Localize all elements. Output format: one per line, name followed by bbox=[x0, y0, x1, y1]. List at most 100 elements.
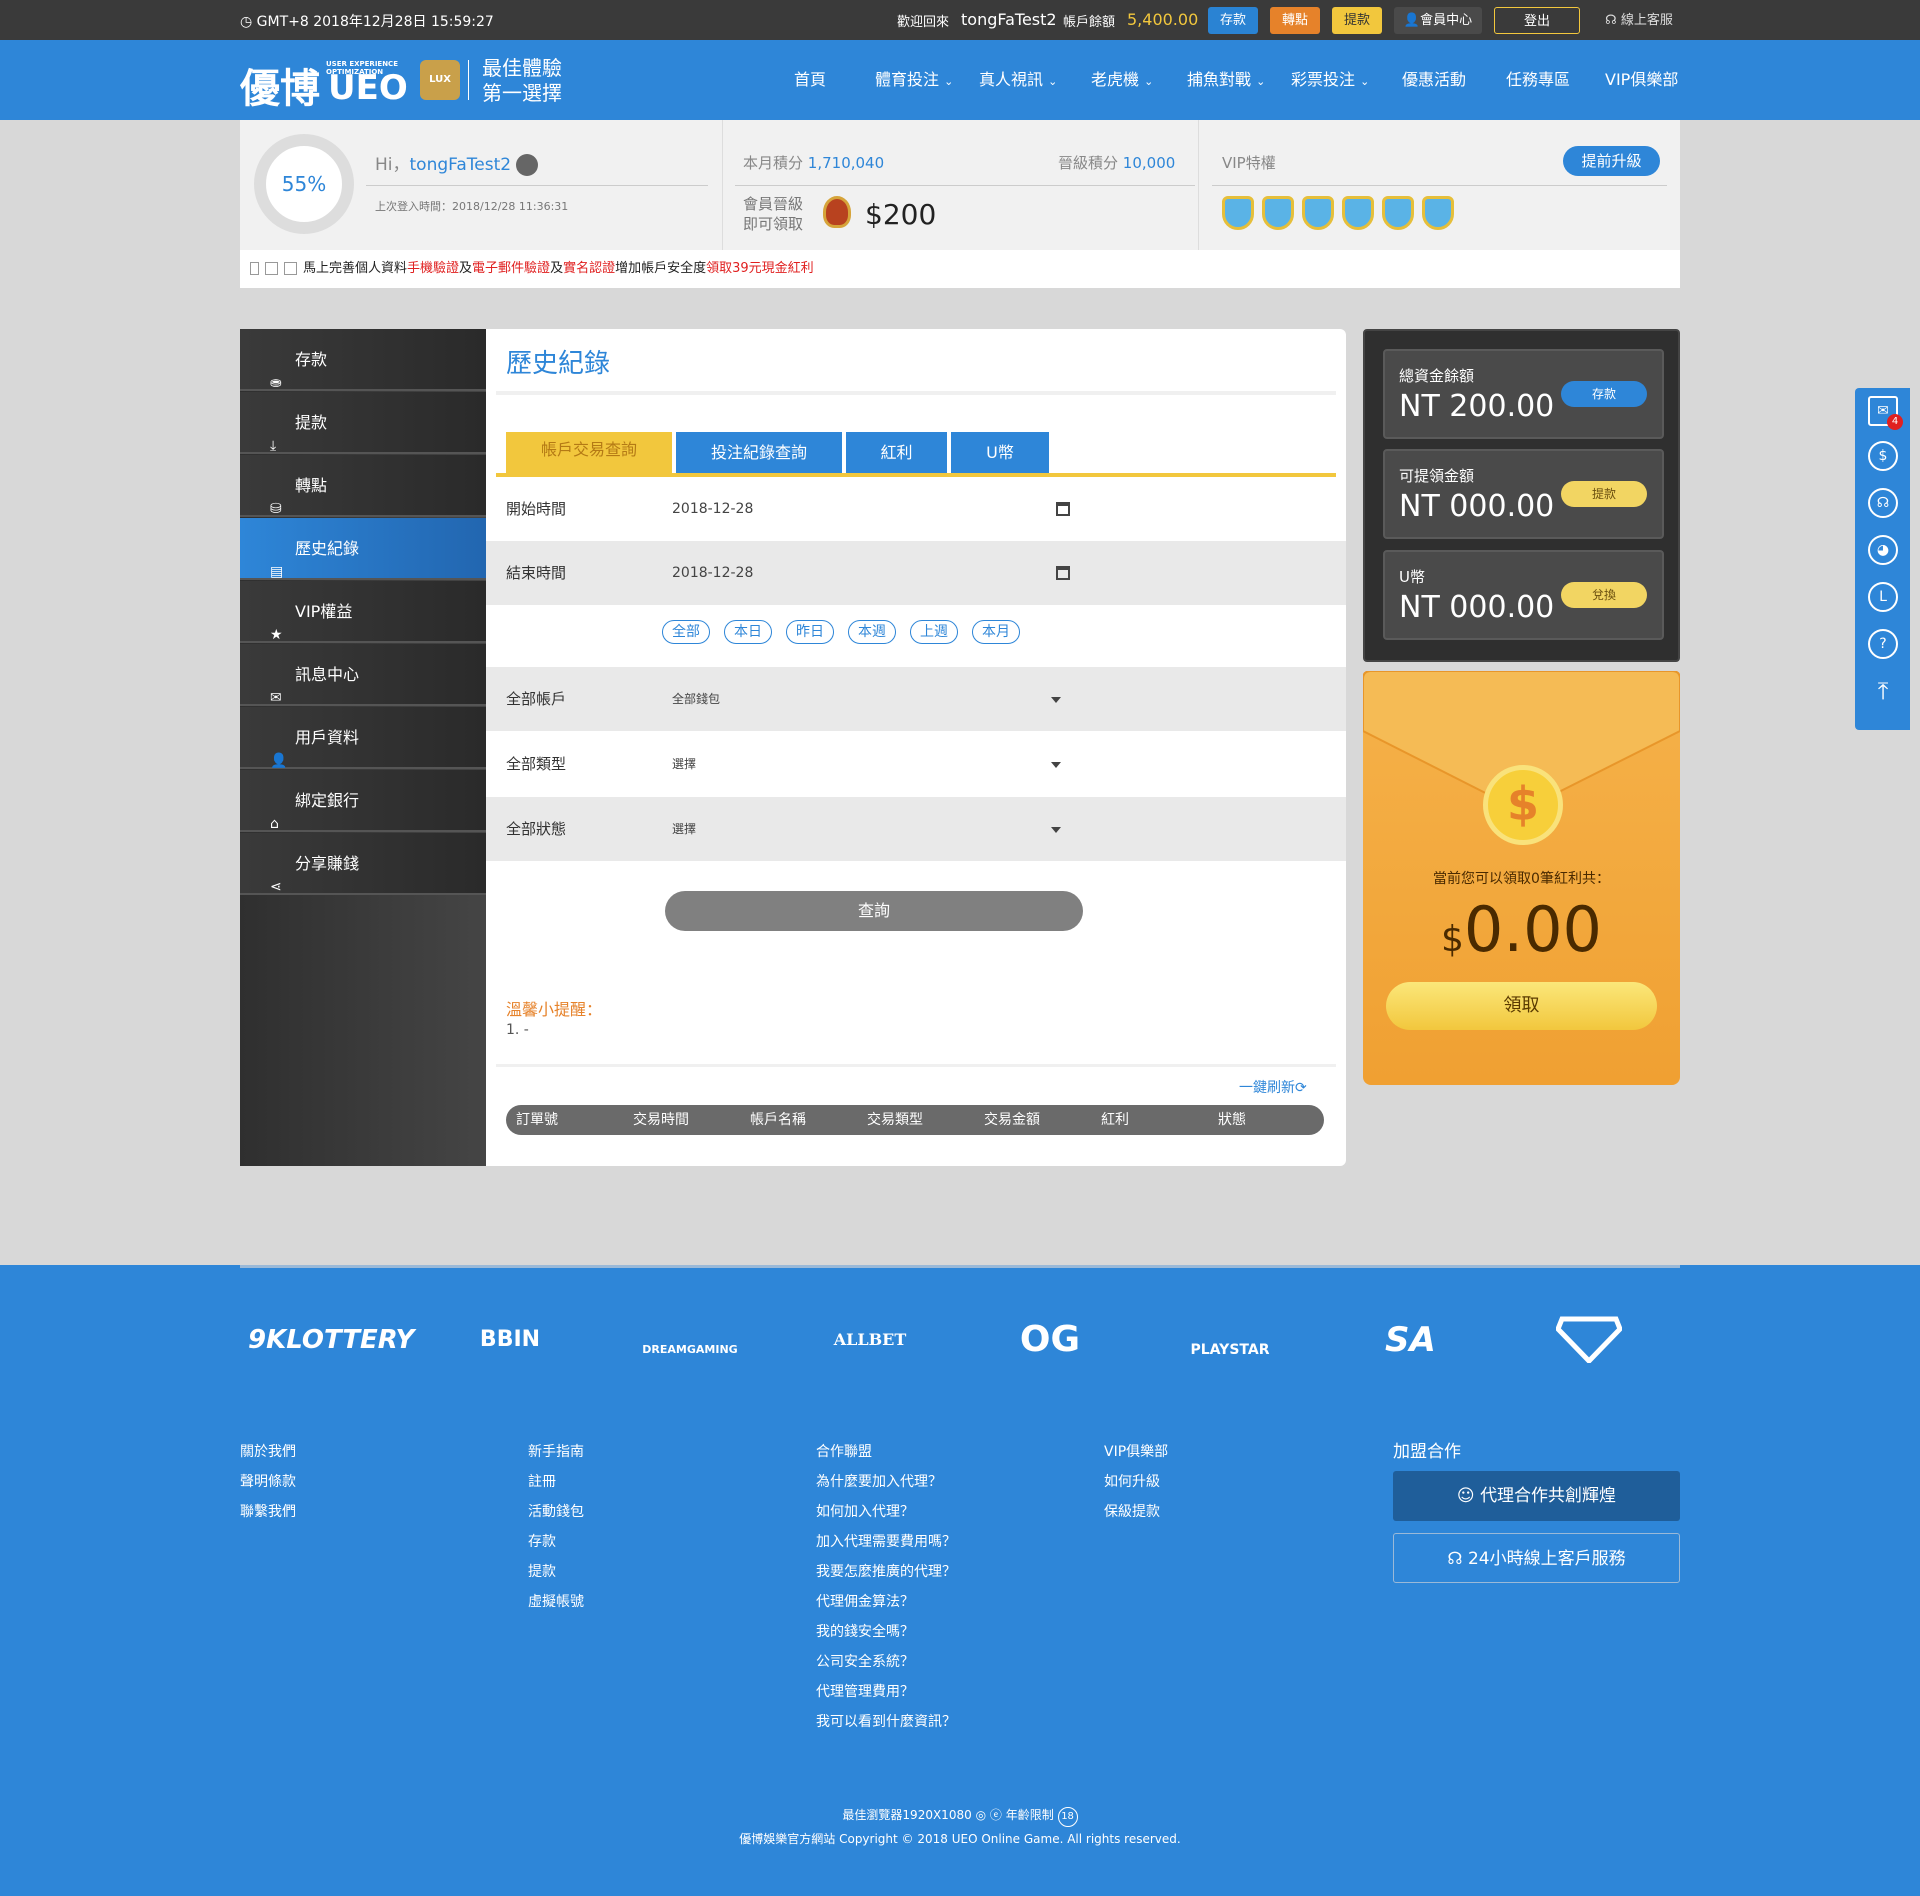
footer-link[interactable]: 保級提款 bbox=[1104, 1497, 1168, 1527]
sidebar-item-history[interactable]: ▤ 歷史紀錄 bbox=[240, 518, 486, 580]
nav-sports[interactable]: 體育投注 ⌄ bbox=[875, 40, 953, 120]
vip-privilege-2-icon[interactable] bbox=[1262, 196, 1294, 230]
coin-icon: $ bbox=[1483, 765, 1563, 845]
quick-today[interactable]: 本日 bbox=[724, 620, 772, 644]
agent-join-button[interactable]: ☺ 代理合作共創輝煌 bbox=[1393, 1471, 1680, 1521]
sidebar-item-transfer[interactable]: ⛁ 轉點 bbox=[240, 455, 486, 517]
footer-link[interactable]: 新手指南 bbox=[528, 1437, 584, 1467]
help-icon[interactable]: ? bbox=[1868, 629, 1898, 659]
nav-vip-club[interactable]: VIP俱樂部 bbox=[1605, 40, 1678, 120]
quick-last-week[interactable]: 上週 bbox=[910, 620, 958, 644]
wallet-withdraw-button[interactable]: 提款 bbox=[1561, 481, 1647, 507]
caret-down-icon[interactable] bbox=[1051, 827, 1061, 833]
quick-this-month[interactable]: 本月 bbox=[972, 620, 1020, 644]
chevron-down-icon: ⌄ bbox=[1048, 75, 1058, 88]
tab-bonus[interactable]: 紅利 bbox=[846, 432, 947, 474]
line-icon[interactable]: L bbox=[1868, 582, 1898, 612]
footer-link[interactable]: 合作聯盟 bbox=[816, 1437, 956, 1467]
query-button[interactable]: 查詢 bbox=[665, 891, 1083, 931]
nav-promotions[interactable]: 優惠活動 bbox=[1402, 40, 1466, 120]
sidebar-item-withdraw[interactable]: ⤓ 提款 bbox=[240, 392, 486, 454]
vip-privilege-6-icon[interactable] bbox=[1422, 196, 1454, 230]
footer-link[interactable]: 代理佣金算法？ bbox=[816, 1587, 956, 1617]
calendar-icon[interactable] bbox=[1056, 566, 1070, 580]
email-verify-link[interactable]: 電子郵件驗證 bbox=[472, 261, 550, 276]
nav-slots[interactable]: 老虎機 ⌄ bbox=[1091, 40, 1153, 120]
footer-link[interactable]: 公司安全系統？ bbox=[816, 1647, 956, 1677]
sidebar-item-label: 歷史紀錄 bbox=[295, 539, 360, 558]
ucoin-exchange-button[interactable]: 兌換 bbox=[1561, 582, 1647, 608]
footer: 9KLOTTERY BBIN DREAMGAMING ALLBET OG PLA… bbox=[0, 1265, 1920, 1896]
status-select[interactable]: 選擇 bbox=[672, 797, 696, 861]
vip-privilege-4-icon[interactable] bbox=[1342, 196, 1374, 230]
vip-privilege-5-icon[interactable] bbox=[1382, 196, 1414, 230]
sidebar-item-messages[interactable]: ✉ 訊息中心 bbox=[240, 644, 486, 706]
footer-link[interactable]: 聲明條款 bbox=[240, 1467, 296, 1497]
footer-link[interactable]: 存款 bbox=[528, 1527, 584, 1557]
account-select[interactable]: 全部錢包 bbox=[672, 667, 720, 731]
tab-bet-records[interactable]: 投注紀錄查詢 bbox=[676, 432, 842, 474]
bonus-claim-link[interactable]: 領取39元現金紅利 bbox=[706, 261, 814, 276]
footer-link[interactable]: 代理管理費用？ bbox=[816, 1677, 956, 1707]
phone-verify-link[interactable]: 手機驗證 bbox=[407, 261, 459, 276]
footer-link[interactable]: 註冊 bbox=[528, 1467, 584, 1497]
footer-link[interactable]: 虛擬帳號 bbox=[528, 1587, 584, 1617]
claim-bonus-button[interactable]: 領取 bbox=[1386, 982, 1657, 1030]
greeting-hi: Hi， bbox=[375, 155, 410, 175]
back-to-top-icon[interactable]: ⤒ bbox=[1868, 678, 1898, 708]
wechat-icon[interactable]: ◕ bbox=[1868, 535, 1898, 565]
sidebar-item-bank[interactable]: ⌂ 綁定銀行 bbox=[240, 770, 486, 832]
realname-verify-link[interactable]: 實名認證 bbox=[563, 261, 615, 276]
caret-down-icon[interactable] bbox=[1051, 697, 1061, 703]
wallet-deposit-button[interactable]: 存款 bbox=[1561, 381, 1647, 407]
refresh-link[interactable]: 一鍵刷新⟳ bbox=[1239, 1077, 1307, 1097]
end-time-input[interactable]: 2018-12-28 bbox=[672, 541, 753, 605]
tab-account-transactions[interactable]: 帳戶交易查詢 bbox=[506, 432, 672, 474]
nav-home[interactable]: 首頁 bbox=[794, 40, 826, 120]
member-center-button[interactable]: 👤會員中心 bbox=[1394, 7, 1482, 34]
nav-missions[interactable]: 任務專區 bbox=[1506, 40, 1570, 120]
nav-fishing[interactable]: 捕魚對戰 ⌄ bbox=[1187, 40, 1265, 120]
caret-down-icon[interactable] bbox=[1051, 762, 1061, 768]
footer-link[interactable]: 為什麼要加入代理？ bbox=[816, 1467, 956, 1497]
deposit-button[interactable]: 存款 bbox=[1208, 7, 1258, 34]
headset-icon[interactable]: ☊ bbox=[1868, 488, 1898, 518]
footer-link[interactable]: 我要怎麼推廣的代理？ bbox=[816, 1557, 956, 1587]
footer-link[interactable]: 加入代理需要費用嗎？ bbox=[816, 1527, 956, 1557]
tab-ucoin[interactable]: U幣 bbox=[951, 432, 1049, 474]
type-select[interactable]: 選擇 bbox=[672, 732, 696, 796]
start-time-input[interactable]: 2018-12-28 bbox=[672, 477, 753, 541]
sidebar-item-profile[interactable]: 👤 用戶資料 bbox=[240, 707, 486, 769]
footer-link[interactable]: 如何加入代理？ bbox=[816, 1497, 956, 1527]
footer-link[interactable]: 我可以看到什麼資訊？ bbox=[816, 1707, 956, 1737]
logout-button[interactable]: 登出 bbox=[1494, 7, 1580, 34]
nav-lottery[interactable]: 彩票投注 ⌄ bbox=[1291, 40, 1369, 120]
footer-col-guide: 新手指南 註冊 活動錢包 存款 提款 虛擬帳號 bbox=[528, 1437, 584, 1617]
customer-service-button[interactable]: ☊ 24小時線上客戶服務 bbox=[1393, 1533, 1680, 1583]
sidebar-item-vip[interactable]: ★ VIP權益 bbox=[240, 581, 486, 643]
transfer-button[interactable]: 轉點 bbox=[1270, 7, 1320, 34]
withdraw-button[interactable]: 提款 bbox=[1332, 7, 1382, 34]
sidebar-item-share[interactable]: ⋖ 分享賺錢 bbox=[240, 833, 486, 895]
online-support-link[interactable]: ☊ 線上客服 bbox=[1597, 7, 1681, 34]
dollar-icon[interactable]: $ bbox=[1868, 441, 1898, 471]
site-logo[interactable]: 優博 USER EXPERIENCE OPTIMIZATION UEO LUX … bbox=[240, 54, 570, 112]
tip-item: 1. - bbox=[506, 1022, 529, 1038]
footer-link[interactable]: 提款 bbox=[528, 1557, 584, 1587]
quick-yesterday[interactable]: 昨日 bbox=[786, 620, 834, 644]
sidebar-item-deposit[interactable]: ⛂ 存款 bbox=[240, 329, 486, 391]
footer-link[interactable]: 如何升級 bbox=[1104, 1467, 1168, 1497]
footer-link[interactable]: VIP俱樂部 bbox=[1104, 1437, 1168, 1467]
nav-live[interactable]: 真人視訊 ⌄ bbox=[979, 40, 1057, 120]
agent-join-label: 代理合作共創輝煌 bbox=[1480, 1486, 1617, 1506]
vip-privilege-1-icon[interactable] bbox=[1222, 196, 1254, 230]
footer-link[interactable]: 聯繫我們 bbox=[240, 1497, 296, 1527]
footer-link[interactable]: 我的錢安全嗎？ bbox=[816, 1617, 956, 1647]
upgrade-early-button[interactable]: 提前升級 bbox=[1563, 146, 1660, 176]
footer-link[interactable]: 活動錢包 bbox=[528, 1497, 584, 1527]
quick-this-week[interactable]: 本週 bbox=[848, 620, 896, 644]
vip-privilege-3-icon[interactable] bbox=[1302, 196, 1334, 230]
calendar-icon[interactable] bbox=[1056, 502, 1070, 516]
footer-link[interactable]: 關於我們 bbox=[240, 1437, 296, 1467]
quick-all[interactable]: 全部 bbox=[662, 620, 710, 644]
